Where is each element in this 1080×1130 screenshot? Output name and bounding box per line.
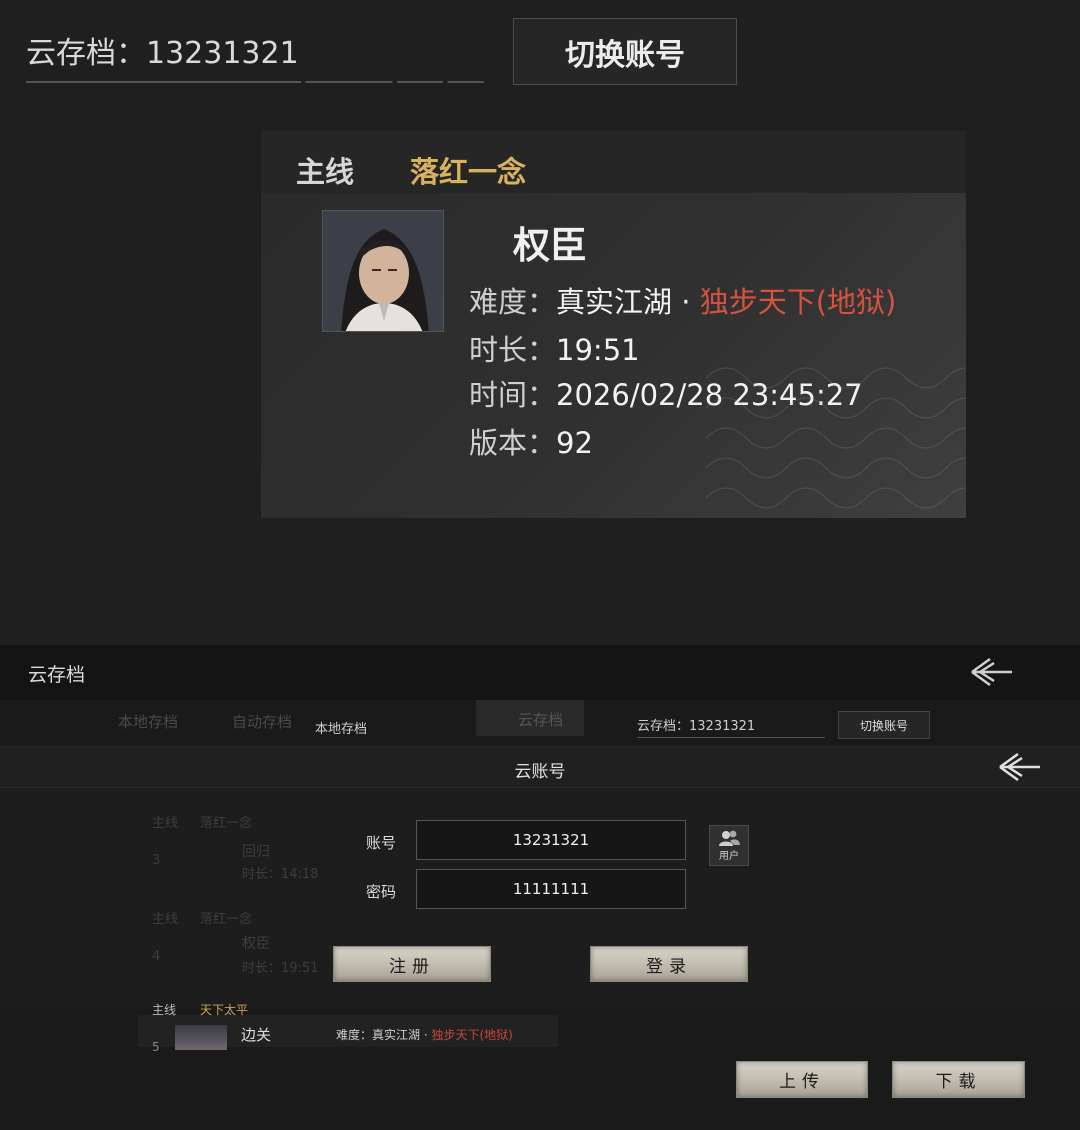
dialog-title: 云账号 xyxy=(514,762,566,782)
difficulty-value: 真实江湖 xyxy=(556,285,673,319)
version-row: 版本：92 xyxy=(469,420,593,462)
cloud-account-dialog: 主线 落红一念 3 回归 时长：14:18 主线 落红一念 4 权臣 时长：19… xyxy=(0,745,1080,1008)
story-name: 落红一念 xyxy=(410,155,527,189)
save-slot-card[interactable]: 主线 落红一念 权臣 难度：真实江湖 · 独步天下(地狱) 时长：19:51 时… xyxy=(261,131,966,518)
character-portrait xyxy=(322,210,444,332)
duration-label: 时长： xyxy=(469,333,557,367)
row5-number: 5 xyxy=(152,1040,160,1054)
screen-title: 云存档 xyxy=(28,664,86,686)
row5-difficulty-hell: 独步天下(地狱) xyxy=(431,1028,513,1042)
underline-divider-small xyxy=(637,737,825,738)
save-title: 权臣 xyxy=(513,224,587,267)
bg-row-name: 回归 xyxy=(242,844,270,860)
wave-pattern xyxy=(706,367,966,509)
bg-row-main: 主线 xyxy=(152,816,179,831)
tab-local-save[interactable]: 本地存档 xyxy=(118,711,178,732)
back-arrow-icon[interactable] xyxy=(968,655,1014,689)
underline-divider xyxy=(26,81,484,83)
user-button-label: 用户 xyxy=(719,850,739,862)
upload-button[interactable]: 上传 xyxy=(736,1061,868,1098)
tab-local-save-overlay[interactable]: 本地存档 xyxy=(315,718,367,737)
row5-story-name: 天下太平 xyxy=(200,1003,249,1017)
user-button[interactable]: 用户 xyxy=(709,825,749,866)
version-value: 92 xyxy=(556,426,593,460)
row5-difficulty-prefix: 难度：真实江湖 · xyxy=(336,1028,432,1042)
register-button[interactable]: 注册 xyxy=(333,946,491,982)
game-screen: 云存档 本地存档 自动存档 本地存档 云存档 云存档：13231321 切换账号… xyxy=(0,645,1080,1130)
cloud-save-account-label: 云存档：13231321 xyxy=(26,36,299,71)
zoomed-panel: 云存档：13231321 切换账号 主线 落红一念 权臣 难度：真实江湖 · 独… xyxy=(0,0,1080,645)
row5-mainline-label: 主线 xyxy=(152,1003,177,1017)
password-input[interactable]: 11111111 xyxy=(416,869,686,909)
login-button[interactable]: 登录 xyxy=(590,946,748,982)
version-label: 版本： xyxy=(469,426,557,460)
row5-portrait xyxy=(175,1025,227,1050)
bg-row-story: 落红一念 xyxy=(200,816,253,831)
screen-header xyxy=(0,645,1080,700)
bg-row-story: 落红一念 xyxy=(200,912,253,927)
switch-account-button-small[interactable]: 切换账号 xyxy=(838,711,930,739)
bg-row-time: 时长：14:18 xyxy=(242,867,319,882)
tab-cloud-save[interactable]: 云存档 xyxy=(518,709,563,730)
tab-auto-save[interactable]: 自动存档 xyxy=(232,711,292,732)
difficulty-separator: · xyxy=(681,285,691,319)
row5-difficulty: 难度：真实江湖 · 独步天下(地狱) xyxy=(336,1026,513,1043)
bg-row-time: 时长：19:51 xyxy=(242,961,319,976)
cloud-save-account-small: 云存档：13231321 xyxy=(637,719,756,734)
back-arrow-icon[interactable] xyxy=(996,750,1042,784)
duration-value: 19:51 xyxy=(556,333,640,367)
password-label: 密码 xyxy=(366,883,397,901)
difficulty-hell: 独步天下(地狱) xyxy=(699,285,897,319)
bg-row-main: 主线 xyxy=(152,912,179,927)
account-input[interactable]: 13231321 xyxy=(416,820,686,860)
duration-row: 时长：19:51 xyxy=(469,327,640,369)
download-button[interactable]: 下载 xyxy=(892,1061,1025,1098)
save-card-header xyxy=(261,131,966,193)
users-icon xyxy=(719,830,740,846)
difficulty-label: 难度： xyxy=(469,285,557,319)
bg-row-name: 权臣 xyxy=(242,936,270,952)
time-label: 时间： xyxy=(469,378,557,412)
difficulty-row: 难度：真实江湖 · 独步天下(地狱) xyxy=(469,279,896,321)
account-label: 账号 xyxy=(366,834,397,852)
bg-row-num: 4 xyxy=(152,949,161,964)
mainline-label: 主线 xyxy=(296,155,355,189)
switch-account-button[interactable]: 切换账号 xyxy=(513,18,737,85)
bg-row-num: 3 xyxy=(152,853,161,868)
row5-name: 边关 xyxy=(241,1026,272,1044)
